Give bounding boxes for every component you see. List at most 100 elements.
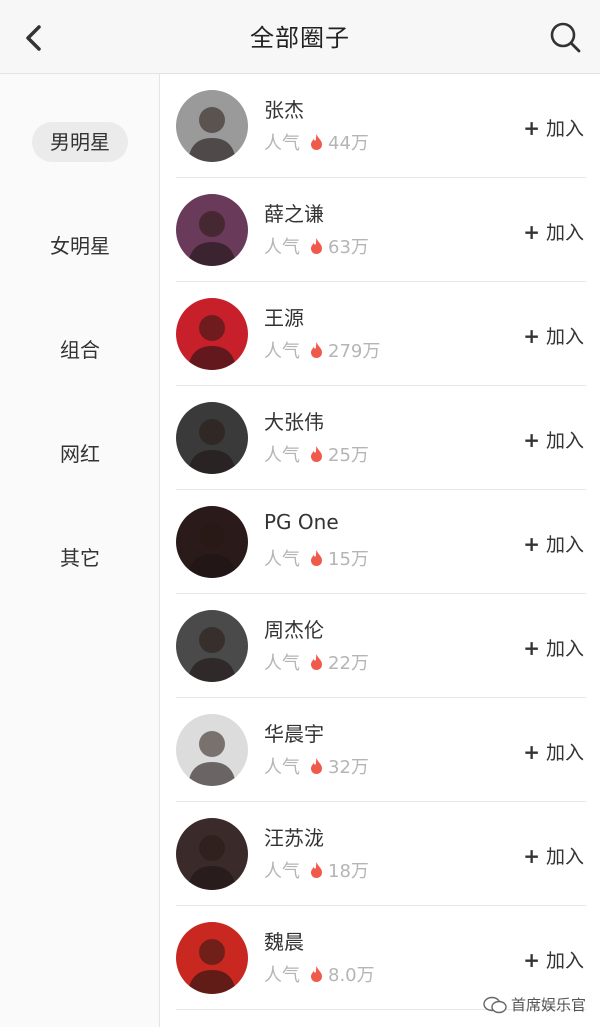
list-item[interactable]: 王源人气 279万 + 加入	[160, 282, 600, 386]
flame-icon	[311, 446, 322, 462]
sidebar-item-label: 女明星	[50, 234, 110, 258]
popularity: 人气 25万	[264, 441, 369, 467]
join-label: 加入	[545, 222, 584, 244]
sidebar-item-label: 其它	[60, 546, 100, 570]
list-item[interactable]: 薛之谦 人气 63万 + 加入	[160, 178, 600, 282]
page-title: 全部圈子	[250, 24, 350, 52]
join-button[interactable]: + 加入	[523, 946, 584, 973]
avatar[interactable]	[176, 298, 248, 370]
person-icon	[176, 714, 248, 786]
person-icon	[176, 194, 248, 266]
person-icon	[176, 610, 248, 682]
join-label: 加入	[545, 118, 584, 140]
avatar[interactable]	[176, 922, 248, 994]
sidebar-item-label: 组合	[60, 338, 100, 362]
sidebar-item-groups[interactable]: 组合	[0, 330, 160, 370]
flame-icon	[311, 238, 322, 254]
join-button[interactable]: + 加入	[523, 322, 584, 349]
flame-icon	[311, 550, 322, 566]
person-icon	[176, 298, 248, 370]
popularity-label: 人气	[264, 965, 300, 986]
circle-name: 汪苏泷	[264, 826, 324, 850]
list-item[interactable]: PG One 人气 15万 + 加入	[160, 490, 600, 594]
popularity-label: 人气	[264, 653, 300, 674]
popularity-value: 63万	[328, 237, 369, 258]
circle-name: PG One	[264, 510, 339, 534]
popularity-label: 人气	[264, 237, 300, 258]
avatar[interactable]	[176, 714, 248, 786]
join-button[interactable]: + 加入	[523, 114, 584, 141]
plus-icon: +	[523, 844, 540, 868]
watermark: 首席娱乐官	[483, 994, 586, 1015]
circle-name: 大张伟	[264, 410, 324, 434]
popularity: 人气 63万	[264, 233, 369, 259]
person-icon	[176, 90, 248, 162]
list-item[interactable]: 华晨宇 人气 32万 + 加入	[160, 698, 600, 802]
plus-icon: +	[523, 636, 540, 660]
popularity: 人气 18万	[264, 857, 369, 883]
popularity-value: 8.0万	[328, 965, 375, 986]
popularity: 人气 44万	[264, 129, 369, 155]
person-icon	[176, 818, 248, 890]
avatar[interactable]	[176, 402, 248, 474]
sidebar-item-others[interactable]: 其它	[0, 538, 160, 578]
person-icon	[176, 506, 248, 578]
sidebar-item-influencers[interactable]: 网红	[0, 434, 160, 474]
popularity-value: 18万	[328, 861, 369, 882]
join-button[interactable]: + 加入	[523, 738, 584, 765]
avatar[interactable]	[176, 818, 248, 890]
list-item[interactable]: 张杰人气 44万 + 加入	[160, 74, 600, 178]
flame-icon	[311, 134, 322, 150]
watermark-text: 首席娱乐官	[510, 996, 586, 1014]
avatar[interactable]	[176, 610, 248, 682]
wechat-icon	[483, 996, 507, 1013]
join-button[interactable]: + 加入	[523, 426, 584, 453]
popularity-label: 人气	[264, 341, 300, 362]
list-item[interactable]: 大张伟人气 25万 + 加入	[160, 386, 600, 490]
circle-name: 魏晨	[264, 930, 304, 954]
join-label: 加入	[545, 534, 584, 556]
join-button[interactable]: + 加入	[523, 634, 584, 661]
popularity: 人气 15万	[264, 545, 369, 571]
popularity-value: 22万	[328, 653, 369, 674]
popularity-value: 44万	[328, 133, 369, 154]
popularity-label: 人气	[264, 133, 300, 154]
flame-icon	[311, 966, 322, 982]
flame-icon	[311, 862, 322, 878]
sidebar-item-female-stars[interactable]: 女明星	[0, 226, 160, 266]
circle-name: 张杰	[264, 98, 304, 122]
popularity-label: 人气	[264, 549, 300, 570]
join-label: 加入	[545, 638, 584, 660]
join-button[interactable]: + 加入	[523, 218, 584, 245]
popularity: 人气 32万	[264, 753, 369, 779]
popularity: 人气 8.0万	[264, 961, 375, 987]
list-item[interactable]: 汪苏泷人气 18万 + 加入	[160, 802, 600, 906]
avatar[interactable]	[176, 194, 248, 266]
popularity-value: 279万	[328, 341, 381, 362]
popularity: 人气 279万	[264, 337, 380, 363]
plus-icon: +	[523, 428, 540, 452]
plus-icon: +	[523, 220, 540, 244]
avatar[interactable]	[176, 90, 248, 162]
flame-icon	[311, 758, 322, 774]
join-label: 加入	[545, 326, 584, 348]
person-icon	[176, 922, 248, 994]
join-button[interactable]: + 加入	[523, 842, 584, 869]
join-label: 加入	[545, 846, 584, 868]
list-item[interactable]: 周杰伦人气 22万 + 加入	[160, 594, 600, 698]
circle-name: 周杰伦	[264, 618, 324, 642]
popularity-label: 人气	[264, 861, 300, 882]
circle-list: 张杰 人气 44万 + 加入 薛之谦 人气 63万 + 加入 王源 人气 279万 + 加入 大张伟 人气 25万…	[160, 74, 600, 1027]
flame-icon	[311, 654, 322, 670]
plus-icon: +	[523, 116, 540, 140]
popularity-label: 人气	[264, 757, 300, 778]
sidebar-item-male-stars[interactable]: 男明星	[0, 122, 160, 162]
popularity: 人气 22万	[264, 649, 369, 675]
popularity-value: 25万	[328, 445, 369, 466]
search-icon[interactable]	[548, 20, 582, 54]
top-bar: 全部圈子	[0, 0, 600, 74]
join-button[interactable]: + 加入	[523, 530, 584, 557]
avatar[interactable]	[176, 506, 248, 578]
circle-name: 王源	[264, 306, 304, 330]
plus-icon: +	[523, 324, 540, 348]
